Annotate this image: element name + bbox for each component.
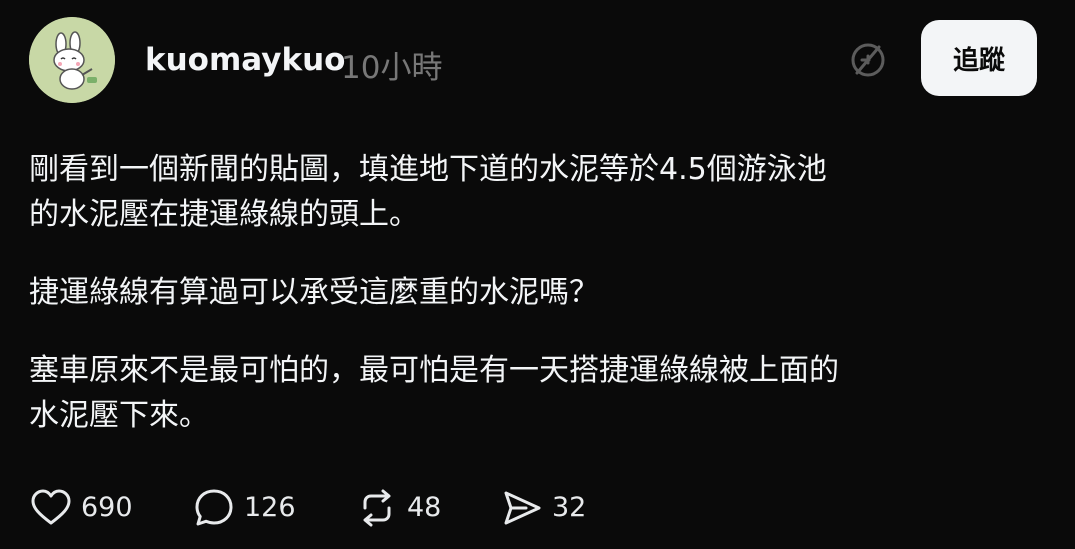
repost-count: 48 (407, 492, 442, 523)
reply-button[interactable]: 126 (192, 486, 296, 530)
share-button[interactable]: 32 (500, 486, 586, 530)
follow-button[interactable]: 追蹤 (921, 20, 1037, 96)
reply-count: 126 (244, 492, 296, 523)
bunny-avatar-icon (29, 17, 115, 103)
avatar[interactable] (29, 17, 115, 103)
send-icon (504, 491, 541, 525)
post-paragraph: 塞車原來不是最可怕的，最可怕是有一天搭捷運綠線被上面的 水泥壓下來。 (29, 353, 839, 433)
speech-bubble-icon (195, 489, 233, 526)
share-count: 32 (552, 492, 587, 523)
post-paragraph: 捷運綠線有算過可以承受這麼重的水泥嗎？ (29, 275, 599, 310)
author-name[interactable]: kuomaykuo (145, 42, 345, 78)
like-button[interactable]: 690 (29, 486, 133, 530)
repost-arrows-icon (363, 489, 391, 527)
heart-icon (31, 489, 71, 525)
post-paragraph: 剛看到一個新聞的貼圖，填進地下道的水泥等於4.5個游泳池 的水泥壓在捷運綠線的頭… (29, 152, 827, 232)
post-body: 剛看到一個新聞的貼圖，填進地下道的水泥等於4.5個游泳池 的水泥壓在捷運綠線的頭… (29, 147, 1039, 438)
repost-button[interactable]: 48 (355, 486, 441, 530)
like-count: 690 (81, 492, 133, 523)
mute-icon[interactable] (848, 40, 888, 80)
post-time: 10小時 (341, 50, 443, 86)
